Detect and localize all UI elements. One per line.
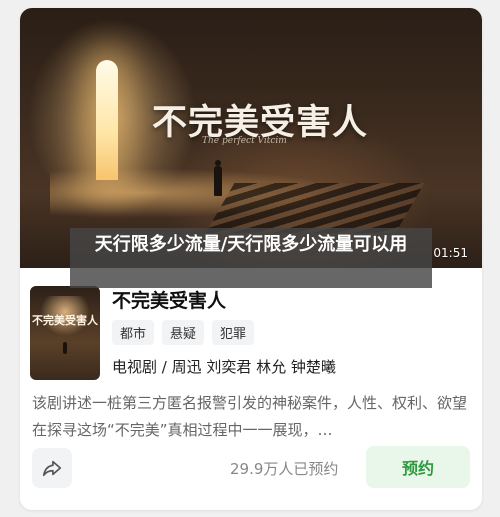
tag-city[interactable]: 都市 [112, 320, 155, 345]
reserve-button[interactable]: 预约 [366, 446, 470, 488]
genre-tags: 都市 悬疑 犯罪 [112, 320, 255, 345]
stairs-shadow [205, 183, 425, 233]
video-duration: 01:51 [433, 246, 468, 260]
poster-title: 不完美受害人 [32, 314, 98, 327]
show-title[interactable]: 不完美受害人 [112, 286, 226, 313]
card-footer: 29.9万人已预约 预约 [20, 446, 482, 496]
light-doorway [96, 60, 118, 180]
show-poster[interactable]: 不完美受害人 [30, 286, 100, 380]
tag-suspense[interactable]: 悬疑 [162, 320, 205, 345]
show-meta: 电视剧 / 周迅 刘奕君 林允 钟楚曦 [112, 358, 336, 376]
share-icon [42, 460, 62, 477]
walking-figure [213, 160, 223, 196]
show-description: 该剧讲述一桩第三方匿名报警引发的神秘案件，人性、权利、欲望在探寻这场“不完美”真… [32, 394, 468, 439]
banner-subtitle: The perfect Vitcim [202, 136, 287, 146]
caption-overlay: 天行限多少流量/天行限多少流量可以用 [70, 228, 432, 288]
tag-crime[interactable]: 犯罪 [212, 320, 255, 345]
reservation-count: 29.9万人已预约 [230, 460, 339, 478]
share-button[interactable] [32, 448, 72, 488]
